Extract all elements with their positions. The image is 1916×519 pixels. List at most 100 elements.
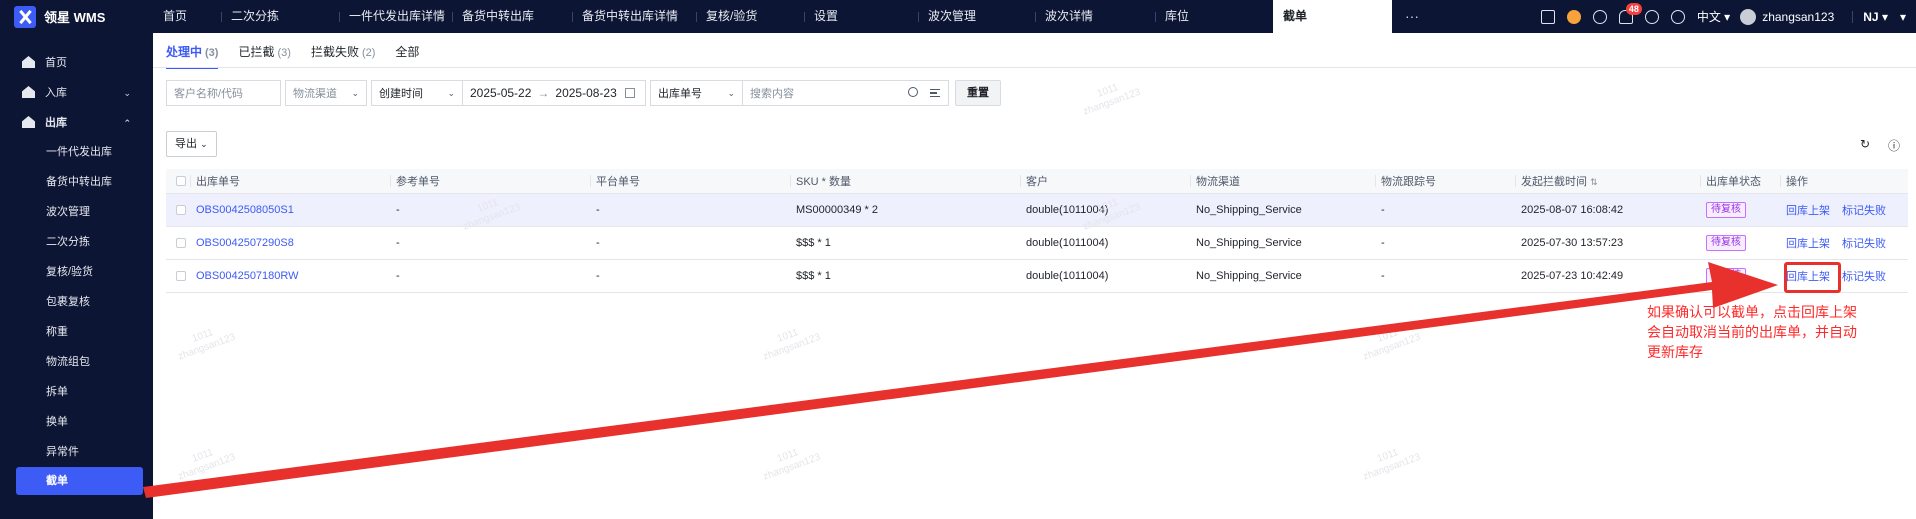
col-status: 出库单状态 [1700, 173, 1780, 189]
notification-badge: 48 [1625, 2, 1642, 15]
date-range-picker[interactable]: 2025-05-22 → 2025-08-23 [463, 80, 646, 106]
refresh-icon[interactable]: ↻ [1860, 137, 1870, 151]
sidebar-sub-weighing[interactable]: 称重 [0, 317, 153, 347]
tab-order-intercept[interactable]: 截单 [1273, 0, 1392, 33]
divider [153, 67, 1916, 68]
search-icon[interactable] [908, 87, 918, 97]
sidebar-sub-split-order[interactable]: 拆单 [0, 377, 153, 407]
tab-transfer-outbound-detail[interactable]: 备货中转出库详情 [572, 0, 696, 33]
order-link[interactable]: OBS0042508050S1 [190, 204, 390, 216]
annotation-text: 如果确认可以截单，点击回库上架 会自动取消当前的出库单，并自动 更新库存 [1647, 304, 1857, 360]
app-logo[interactable]: 领星 WMS [0, 0, 153, 33]
username[interactable]: zhangsan123 [1762, 10, 1834, 24]
list-icon[interactable] [930, 89, 940, 97]
assistant-icon[interactable] [1566, 9, 1581, 24]
row-checkbox[interactable] [166, 271, 190, 281]
language-selector[interactable]: 中文 ▾ [1697, 8, 1730, 25]
chevron-up-icon: ⌃ [123, 118, 131, 128]
channel: No_Shipping_Service [1196, 237, 1302, 249]
row-checkbox[interactable] [166, 205, 190, 215]
tab-processing[interactable]: 处理中 (3) [166, 43, 219, 69]
platform-no: - [596, 237, 600, 249]
sku-qty: $$$ * 1 [796, 270, 831, 282]
warehouse-selector[interactable]: NJ ▾ [1863, 10, 1888, 24]
table-row[interactable]: OBS0042507290S8 - - $$$ * 1 double(10110… [166, 227, 1908, 260]
tab-transfer-outbound[interactable]: 备货中转出库 [452, 0, 572, 33]
chevron-down-icon: ⌄ [447, 87, 455, 98]
tab-intercept-failed[interactable]: 拦截失败 (2) [311, 43, 375, 69]
bell-icon[interactable]: 48 [1618, 2, 1642, 24]
outbound-icon [22, 116, 35, 128]
tab-dropship-detail[interactable]: 一件代发出库详情 [339, 0, 452, 33]
mark-failed-button[interactable]: 标记失败 [1842, 238, 1886, 250]
table-row[interactable]: OBS0042507180RW - - $$$ * 1 double(10110… [166, 260, 1908, 293]
table-row[interactable]: OBS0042508050S1 - - MS00000349 * 2 doubl… [166, 194, 1908, 227]
sidebar-sub-review-inspection[interactable]: 复核/验货 [0, 257, 153, 287]
sidebar-sub-exceptions[interactable]: 异常件 [0, 437, 153, 467]
calendar-icon [624, 88, 635, 98]
more-tabs-button[interactable]: ··· [1392, 0, 1432, 33]
date-arrow: → [537, 86, 550, 100]
status-cell: 待复核 [1700, 268, 1780, 284]
sidebar-sub-dropship-outbound[interactable]: 一件代发出库 [0, 137, 153, 167]
settings-icon[interactable] [1644, 9, 1659, 24]
col-actions: 操作 [1780, 173, 1908, 189]
status-cell: 待复核 [1700, 235, 1780, 251]
customer-filter[interactable]: 客户名称/代码 [166, 80, 281, 106]
tab-home[interactable]: 首页 [153, 0, 221, 33]
tracking-no: - [1381, 237, 1385, 249]
search-input[interactable]: 搜索内容 [743, 80, 949, 106]
help-circle-icon[interactable] [1670, 9, 1685, 24]
order-link[interactable]: OBS0042507290S8 [190, 237, 390, 249]
inbound-icon [22, 86, 35, 98]
status-badge: 待复核 [1706, 235, 1746, 251]
time-type-select[interactable]: 创建时间 ⌄ [371, 80, 463, 106]
search-type-select[interactable]: 出库单号 ⌄ [650, 80, 743, 106]
help-icon[interactable]: ⓘ [1888, 137, 1900, 154]
sidebar-item-outbound[interactable]: 出库 ⌃ [0, 107, 153, 137]
sidebar-sub-logistics-packing[interactable]: 物流组包 [0, 347, 153, 377]
tab-wave-detail[interactable]: 波次详情 [1035, 0, 1155, 33]
row-checkbox[interactable] [166, 238, 190, 248]
mark-failed-button[interactable]: 标记失败 [1842, 271, 1886, 283]
export-button[interactable]: 导出 ⌄ [166, 131, 217, 157]
download-icon[interactable] [1592, 9, 1607, 24]
logo-icon [14, 5, 36, 28]
restock-button[interactable]: 回库上架 [1786, 238, 1830, 250]
tab-settings[interactable]: 设置 [804, 0, 918, 33]
sidebar-sub-wave-management[interactable]: 波次管理 [0, 197, 153, 227]
sidebar-sub-change-label[interactable]: 换单 [0, 407, 153, 437]
select-all-checkbox[interactable] [166, 176, 190, 186]
chevron-down-icon: ⌄ [727, 87, 735, 98]
tab-all[interactable]: 全部 [395, 43, 419, 69]
sidebar-item-home[interactable]: 首页 [0, 47, 153, 77]
mark-failed-button[interactable]: 标记失败 [1842, 205, 1886, 217]
col-ref-no: 参考单号 [390, 173, 590, 189]
avatar[interactable] [1740, 8, 1757, 25]
channel: No_Shipping_Service [1196, 270, 1302, 282]
top-nav-bar: 领星 WMS 首页 二次分拣 一件代发出库详情 备货中转出库 备货中转出库详情 … [0, 0, 1916, 33]
channel-filter[interactable]: 物流渠道 ⌄ [285, 80, 367, 106]
sidebar-item-inbound[interactable]: 入库 ⌄ [0, 77, 153, 107]
order-link[interactable]: OBS0042507180RW [190, 270, 390, 282]
sidebar-sub-order-intercept[interactable]: 截单 [16, 467, 143, 495]
intercept-time: 2025-07-23 10:42:49 [1521, 270, 1624, 282]
sidebar-sub-secondary-sorting[interactable]: 二次分拣 [0, 227, 153, 257]
reset-button[interactable]: 重置 [955, 80, 1001, 106]
tab-intercepted[interactable]: 已拦截 (3) [238, 43, 290, 69]
restock-button[interactable]: 回库上架 [1786, 205, 1830, 217]
chevron-down-icon: ⌄ [200, 139, 208, 149]
chevron-down-icon: ⌄ [351, 87, 359, 98]
chevron-down-icon[interactable]: ▾ [1900, 10, 1906, 24]
date-end: 2025-08-23 [555, 86, 617, 100]
print-icon[interactable] [1540, 9, 1555, 24]
sidebar-sub-package-review[interactable]: 包裹复核 [0, 287, 153, 317]
tab-secondary-sorting[interactable]: 二次分拣 [221, 0, 339, 33]
tab-locations[interactable]: 库位 [1155, 0, 1273, 33]
col-intercept-time[interactable]: 发起拦截时间 ⇅ [1515, 173, 1700, 189]
customer: double(1011004) [1026, 237, 1109, 249]
tab-review-inspection[interactable]: 复核/验货 [696, 0, 804, 33]
tab-wave-management[interactable]: 波次管理 [918, 0, 1035, 33]
divider [1852, 10, 1854, 23]
sidebar-sub-transfer-outbound[interactable]: 备货中转出库 [0, 167, 153, 197]
